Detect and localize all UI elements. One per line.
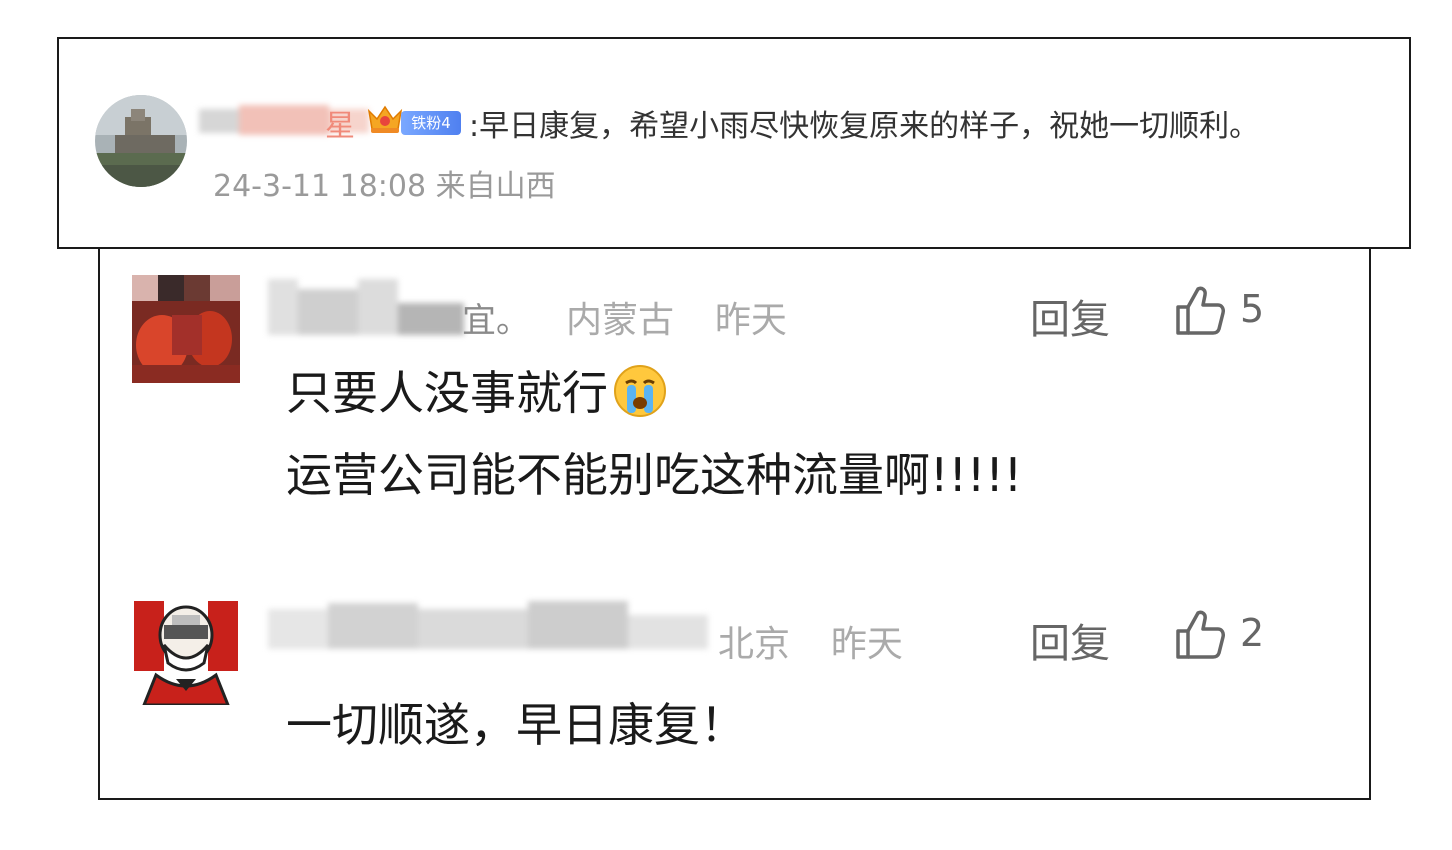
reply-text-line: 只要人没事就行: [286, 357, 668, 423]
fan-badge: 铁粉4: [401, 111, 461, 135]
reply-meta: 北京 昨天: [718, 615, 903, 667]
reply-button[interactable]: 回复: [1030, 287, 1110, 345]
like-button[interactable]: 2: [1172, 607, 1292, 663]
username-blurred[interactable]: [268, 279, 464, 339]
reply-text-line: 运营公司能不能别吃这种流量啊!!!!!: [286, 448, 1023, 502]
replies-card: 宜。 内蒙古 昨天 回复 5 只要人没事就行 运营公司能不能别吃这种流量啊!!!…: [98, 249, 1371, 800]
location: 北京: [718, 624, 791, 665]
like-count: 5: [1240, 287, 1265, 331]
reply-meta: 内蒙古 昨天: [566, 291, 787, 343]
comment-meta: 24-3-11 18:08 来自山西: [213, 161, 556, 205]
top-comment-card: 星 铁粉4 :早日康复，希望小雨尽快恢复原来的样子，祝她一切顺利。 24-3-1…: [57, 37, 1411, 249]
username-fragment[interactable]: 星: [325, 101, 355, 145]
username-fragment[interactable]: 宜。: [462, 293, 530, 342]
avatar[interactable]: [132, 275, 240, 383]
like-button[interactable]: 5: [1172, 283, 1292, 339]
source-location: 来自山西: [435, 169, 556, 204]
username-blurred[interactable]: [268, 601, 708, 657]
timestamp: 24-3-11 18:08: [213, 169, 427, 204]
comment-text: :早日康复，希望小雨尽快恢复原来的样子，祝她一切顺利。: [469, 109, 1260, 144]
location: 内蒙古: [566, 300, 675, 341]
crown-icon: [365, 101, 405, 135]
avatar[interactable]: [95, 95, 187, 187]
thumbs-up-icon: [1176, 286, 1225, 335]
time: 昨天: [830, 624, 903, 665]
thumbs-up-icon: [1176, 610, 1225, 659]
reply-button[interactable]: 回复: [1030, 611, 1110, 669]
time: 昨天: [714, 300, 787, 341]
avatar[interactable]: [134, 601, 238, 705]
crying-face-icon: [612, 363, 668, 419]
reply-text-line: 一切顺遂，早日康复！: [286, 698, 746, 752]
like-count: 2: [1240, 611, 1265, 655]
